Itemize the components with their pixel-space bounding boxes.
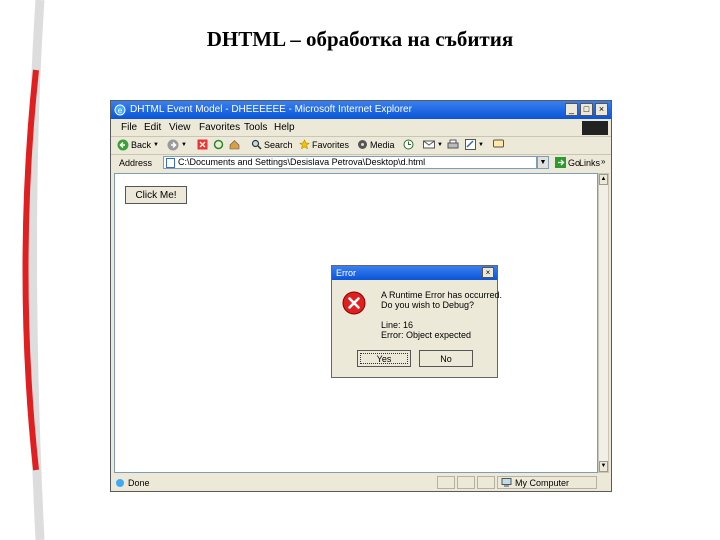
yes-button[interactable]: Yes: [357, 350, 411, 367]
home-icon: [229, 140, 240, 150]
media-icon: [358, 140, 367, 149]
status-cell: [437, 476, 455, 489]
dialog-line2: Do you wish to Debug?: [381, 300, 475, 310]
error-icon: [342, 291, 366, 315]
no-button[interactable]: No: [419, 350, 473, 367]
address-label: Address: [119, 158, 153, 168]
chevron-down-icon: ▼: [181, 142, 187, 148]
chevron-down-icon: ▼: [153, 142, 159, 148]
forward-button[interactable]: ▼: [167, 139, 187, 151]
dialog-titlebar[interactable]: Error ×: [332, 266, 497, 280]
address-dropdown[interactable]: ▼: [537, 156, 549, 169]
search-label: Search: [264, 139, 293, 150]
vertical-scrollbar[interactable]: ▲ ▼: [598, 173, 609, 473]
status-done: Done: [115, 478, 150, 488]
dialog-line4: Error: Object expected: [381, 330, 472, 340]
status-cell: [457, 476, 475, 489]
click-me-button[interactable]: Click Me!: [125, 186, 187, 204]
error-dialog: Error × A Runtime Error has occurred. Do…: [331, 265, 502, 378]
ie-icon: e: [114, 104, 126, 116]
page-icon: [166, 158, 175, 168]
edit-button[interactable]: ▼: [465, 139, 484, 150]
status-bar: Done My Computer: [111, 475, 611, 491]
go-arrow-icon: [555, 157, 566, 168]
search-icon: [251, 139, 262, 150]
svg-text:e: e: [118, 106, 123, 115]
status-cell: [477, 476, 495, 489]
minimize-button[interactable]: _: [565, 103, 578, 116]
refresh-icon: [213, 139, 224, 150]
chevron-down-icon: ▼: [478, 141, 484, 148]
go-button[interactable]: Go: [555, 157, 580, 168]
dialog-title: Error: [336, 268, 356, 278]
menu-edit[interactable]: Edit: [144, 122, 161, 133]
search-button[interactable]: Search: [251, 139, 293, 150]
media-button[interactable]: Media: [357, 139, 395, 150]
favorites-star-icon: [299, 139, 310, 150]
chevron-down-icon: ▼: [437, 141, 443, 148]
dialog-message: A Runtime Error has occurred. Do you wis…: [381, 290, 502, 340]
links-button[interactable]: Links: [579, 158, 600, 168]
address-bar: Address C:\Documents and Settings\Desisl…: [111, 154, 611, 172]
menu-tools[interactable]: Tools: [244, 122, 267, 133]
maximize-button[interactable]: □: [580, 103, 593, 116]
address-input[interactable]: C:\Documents and Settings\Desislava Petr…: [163, 156, 537, 169]
slide-title: DHTML – обработка на събития: [206, 27, 514, 51]
back-button[interactable]: Back ▼: [117, 139, 159, 151]
windows-logo: [582, 121, 608, 135]
stop-button[interactable]: [197, 139, 208, 150]
favorites-button[interactable]: Favorites: [299, 139, 349, 150]
favorites-label: Favorites: [312, 139, 350, 150]
dialog-close-button[interactable]: ×: [482, 267, 494, 278]
toolbar: Back ▼ ▼ Search Favorites Media ▼ ▼: [111, 136, 611, 155]
discuss-button[interactable]: [493, 139, 504, 150]
menu-favorites[interactable]: Favorites: [199, 122, 240, 133]
back-arrow-icon: [117, 139, 129, 151]
computer-icon: [501, 477, 512, 487]
ie-page-icon: [116, 479, 124, 487]
status-zone: My Computer: [497, 476, 597, 489]
status-text: Done: [128, 478, 150, 488]
dialog-line3: Line: 16: [381, 320, 414, 330]
close-button[interactable]: ×: [595, 103, 608, 116]
red-decorative-curve: [22, 0, 45, 540]
menu-file[interactable]: File: [121, 122, 137, 133]
menu-bar: File Edit View Favorites Tools Help: [111, 119, 611, 137]
home-button[interactable]: [229, 139, 240, 150]
print-button[interactable]: [447, 139, 459, 150]
status-zone-text: My Computer: [515, 477, 570, 488]
mail-icon: [423, 140, 435, 149]
address-value: C:\Documents and Settings\Desislava Petr…: [178, 157, 426, 167]
browser-titlebar[interactable]: e DHTML Event Model - DHEEEEEE - Microso…: [111, 101, 611, 119]
forward-arrow-icon: [167, 139, 179, 151]
back-label: Back: [131, 140, 152, 150]
scroll-down-arrow[interactable]: ▼: [599, 461, 608, 472]
mail-button[interactable]: ▼: [423, 139, 443, 150]
dialog-line1: A Runtime Error has occurred.: [381, 290, 503, 300]
refresh-button[interactable]: [213, 139, 224, 150]
stop-icon: [197, 139, 208, 150]
media-label: Media: [370, 139, 395, 150]
scroll-up-arrow[interactable]: ▲: [599, 174, 608, 185]
menu-view[interactable]: View: [169, 122, 191, 133]
window-title: DHTML Event Model - DHEEEEEE - Microsoft…: [130, 104, 412, 115]
history-button[interactable]: [403, 139, 414, 150]
history-icon: [403, 139, 414, 150]
print-icon: [447, 139, 459, 149]
chevron-right-icon: »: [601, 157, 606, 166]
chevron-down-icon: ▼: [539, 159, 547, 166]
menu-help[interactable]: Help: [274, 122, 295, 133]
discuss-icon: [493, 139, 504, 148]
edit-icon: [465, 139, 476, 150]
